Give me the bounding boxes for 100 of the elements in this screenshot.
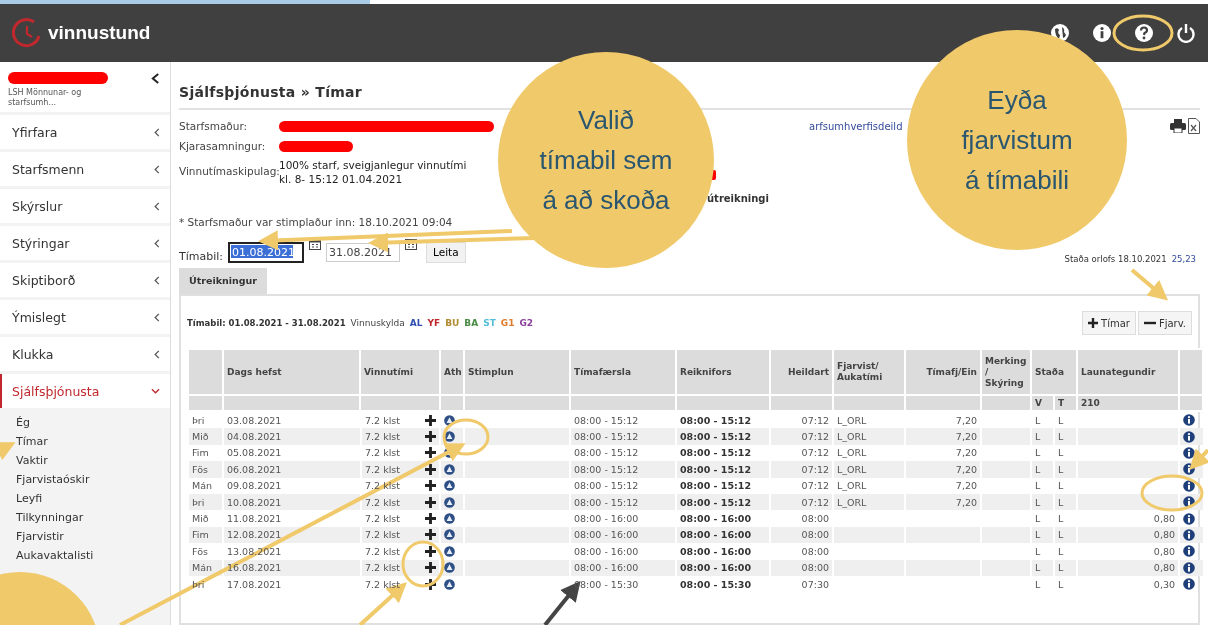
table-cell: L_ORL bbox=[837, 431, 867, 443]
info-icon[interactable] bbox=[1183, 496, 1195, 509]
printer-icon[interactable] bbox=[1170, 119, 1186, 133]
triangle-badge-icon[interactable] bbox=[444, 529, 455, 541]
plus-icon[interactable] bbox=[425, 496, 436, 508]
info-icon[interactable] bbox=[1183, 430, 1195, 443]
table-cell: L bbox=[1035, 578, 1041, 590]
tab[interactable]: Útreikningur bbox=[179, 268, 267, 294]
column-header: Staða bbox=[1031, 349, 1077, 395]
table-cell: 08:00 - 15:12 bbox=[680, 496, 752, 508]
table-cell: 08:00 - 15:12 bbox=[680, 480, 752, 492]
sidebar-subitem[interactable]: Fjarvistir bbox=[16, 528, 64, 545]
table-cell: L bbox=[1058, 578, 1064, 590]
power-icon[interactable] bbox=[1176, 23, 1196, 43]
plus-icon[interactable] bbox=[425, 578, 436, 590]
table-cell: 12.08.2021 bbox=[227, 529, 282, 541]
plus-icon[interactable] bbox=[425, 414, 436, 426]
plus-icon[interactable] bbox=[425, 431, 436, 443]
info-icon[interactable] bbox=[1183, 528, 1195, 541]
info-icon[interactable] bbox=[1183, 545, 1195, 558]
info-icon[interactable] bbox=[1183, 414, 1195, 427]
highlight-ring bbox=[1140, 474, 1204, 512]
table-cell: 08:00 bbox=[801, 545, 829, 557]
spreadsheet-icon[interactable] bbox=[1188, 118, 1200, 134]
table-cell: L bbox=[1035, 480, 1041, 492]
table-cell: 08:00 bbox=[801, 513, 829, 525]
sidebar-subitem[interactable]: Ég bbox=[16, 414, 30, 431]
start-date-field[interactable]: 01.08.2021 bbox=[228, 241, 305, 263]
chevron-down-icon bbox=[151, 388, 160, 394]
sidebar-subitem[interactable]: Vaktir bbox=[16, 452, 48, 469]
sidebar-subitem[interactable]: Tímar bbox=[16, 433, 48, 450]
sidebar-item[interactable]: Stýringar bbox=[0, 226, 170, 260]
plus-icon[interactable] bbox=[425, 480, 436, 492]
plus-icon bbox=[1088, 318, 1099, 328]
info-icon[interactable] bbox=[1183, 578, 1195, 591]
table-cell: 0,30 bbox=[1153, 578, 1175, 590]
sidebar-subitem[interactable]: Leyfi bbox=[16, 490, 43, 507]
calendar-icon[interactable] bbox=[309, 238, 322, 250]
calendar-icon[interactable] bbox=[405, 238, 418, 250]
table-cell: 17.08.2021 bbox=[227, 578, 282, 590]
department-link[interactable]: arfsumhverfisdeild bbox=[809, 120, 903, 132]
search-button[interactable]: Leita bbox=[426, 241, 466, 263]
end-date-field[interactable]: 31.08.2021 bbox=[326, 242, 401, 262]
collapse-chevron-icon[interactable] bbox=[151, 72, 160, 84]
info-icon[interactable] bbox=[1183, 479, 1195, 492]
sidebar-subitem[interactable]: Tilkynningar bbox=[16, 509, 84, 526]
table-cell: 16.08.2021 bbox=[227, 562, 282, 574]
info-icon[interactable] bbox=[1183, 463, 1195, 476]
sidebar-item[interactable]: Yfirfara bbox=[0, 115, 170, 149]
table-cell: 11.08.2021 bbox=[227, 513, 282, 525]
table-cell: L bbox=[1035, 414, 1041, 426]
table-cell: 08:00 - 16:00 bbox=[680, 545, 752, 557]
plus-icon[interactable] bbox=[425, 529, 436, 541]
chevron-left-icon bbox=[154, 127, 160, 137]
table-cell: 7,20 bbox=[955, 431, 977, 443]
triangle-badge-icon[interactable] bbox=[444, 480, 455, 492]
action-button[interactable]: Tímar bbox=[1082, 311, 1136, 335]
action-button[interactable]: Fjarv. bbox=[1137, 311, 1192, 335]
table-cell: Þri bbox=[192, 414, 205, 426]
plus-icon[interactable] bbox=[425, 513, 436, 525]
callout-arrow bbox=[1130, 268, 1169, 301]
triangle-badge-icon[interactable] bbox=[444, 414, 455, 426]
triangle-badge-icon[interactable] bbox=[444, 545, 455, 557]
vacation-balance-link[interactable]: 25,23 bbox=[1171, 254, 1196, 264]
table-cell: 07:12 bbox=[801, 447, 829, 459]
column-header: Tímafærsla bbox=[570, 349, 676, 395]
chevron-left-icon bbox=[154, 275, 160, 285]
triangle-badge-icon[interactable] bbox=[444, 562, 455, 574]
sidebar-item[interactable]: Skiptiborð bbox=[0, 263, 170, 297]
triangle-badge-icon[interactable] bbox=[444, 463, 455, 475]
table-cell: L bbox=[1035, 447, 1041, 459]
triangle-badge-icon[interactable] bbox=[444, 431, 455, 443]
table-cell: Mið bbox=[192, 431, 209, 443]
sidebar-item[interactable]: Starfsmenn bbox=[0, 152, 170, 186]
plus-icon[interactable] bbox=[425, 463, 436, 475]
triangle-badge-icon[interactable] bbox=[444, 578, 455, 590]
sidebar-item[interactable]: Sjálfsþjónusta bbox=[0, 374, 170, 408]
info-icon[interactable] bbox=[1183, 561, 1195, 574]
plus-icon[interactable] bbox=[425, 562, 436, 574]
sidebar-item[interactable]: Ýmislegt bbox=[0, 300, 170, 334]
sidebar-item[interactable]: Skýrslur bbox=[0, 189, 170, 223]
sidebar-subitem[interactable]: Aukavaktalisti bbox=[16, 547, 94, 564]
table-cell: L_ORL bbox=[837, 480, 867, 492]
sidebar-item[interactable]: Klukka bbox=[0, 337, 170, 371]
info-icon[interactable] bbox=[1183, 446, 1195, 459]
table-cell: 7.2 klst bbox=[365, 463, 400, 475]
triangle-badge-icon[interactable] bbox=[444, 496, 455, 508]
plus-icon[interactable] bbox=[425, 545, 436, 557]
info-icon[interactable] bbox=[1183, 512, 1195, 525]
highlight-ring bbox=[442, 418, 490, 456]
sidebar-subitem[interactable]: Fjarvistaóskir bbox=[16, 471, 90, 488]
column-header: Reiknifors bbox=[676, 349, 770, 395]
help-icon[interactable] bbox=[1134, 23, 1154, 43]
triangle-badge-icon[interactable] bbox=[444, 513, 455, 525]
info-icon[interactable] bbox=[1092, 23, 1112, 43]
plus-icon[interactable] bbox=[425, 447, 436, 459]
table-cell: 7.2 klst bbox=[365, 480, 400, 492]
chevron-left-icon bbox=[154, 201, 160, 211]
table-cell: 03.08.2021 bbox=[227, 414, 282, 426]
field-label: Vinnutímaskipulag: bbox=[179, 165, 279, 177]
